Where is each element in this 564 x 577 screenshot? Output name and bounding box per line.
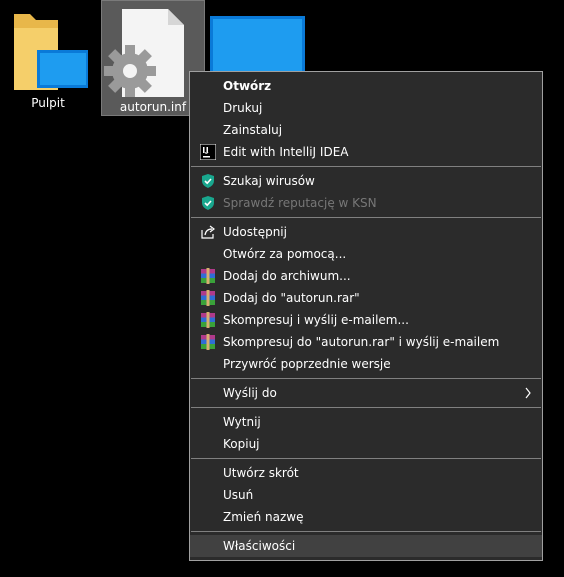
- menu-item-compress-email[interactable]: Skompresuj i wyślij e-mailem...: [190, 309, 542, 331]
- menu-item-label: Udostępnij: [223, 225, 287, 239]
- kaspersky-shield-icon: [202, 174, 214, 188]
- menu-item-open[interactable]: Otwórz: [190, 75, 542, 97]
- menu-item-label: Utwórz skrót: [223, 466, 299, 480]
- menu-item-add-to-rar[interactable]: Dodaj do "autorun.rar": [190, 287, 542, 309]
- menu-item-create-shortcut[interactable]: Utwórz skrót: [190, 462, 542, 484]
- menu-separator: [191, 458, 541, 459]
- menu-item-label: Zainstaluj: [223, 123, 283, 137]
- intellij-icon: [200, 144, 216, 160]
- menu-item-delete[interactable]: Usuń: [190, 484, 542, 506]
- menu-item-label: Dodaj do archiwum...: [223, 269, 351, 283]
- menu-item-restore-versions[interactable]: Przywróć poprzednie wersje: [190, 353, 542, 375]
- winrar-icon: [201, 268, 215, 284]
- menu-item-label: Usuń: [223, 488, 254, 502]
- menu-item-label: Właściwości: [223, 539, 296, 553]
- menu-item-label: Otwórz: [223, 79, 272, 93]
- menu-item-label: Otwórz za pomocą...: [223, 247, 347, 261]
- menu-item-edit-intellij[interactable]: Edit with IntelliJ IDEA: [190, 141, 542, 163]
- menu-item-label: Przywróć poprzednie wersje: [223, 357, 391, 371]
- menu-item-add-to-archive[interactable]: Dodaj do archiwum...: [190, 265, 542, 287]
- menu-item-scan-virus[interactable]: Szukaj wirusów: [190, 170, 542, 192]
- menu-item-check-reputation: Sprawdź reputację w KSN: [190, 192, 542, 214]
- menu-item-label: Kopiuj: [223, 437, 260, 451]
- winrar-icon: [201, 290, 215, 306]
- desktop-icon-label: Pulpit: [31, 96, 65, 110]
- menu-item-compress-rar-email[interactable]: Skompresuj do "autorun.rar" i wyślij e-m…: [190, 331, 542, 353]
- menu-item-label: Wytnij: [223, 415, 261, 429]
- menu-item-share[interactable]: Udostępnij: [190, 221, 542, 243]
- menu-item-label: Skompresuj do "autorun.rar" i wyślij e-m…: [223, 335, 500, 349]
- share-icon: [201, 225, 215, 239]
- folder-icon: [14, 14, 89, 90]
- menu-item-copy[interactable]: Kopiuj: [190, 433, 542, 455]
- kaspersky-shield-icon: [202, 196, 214, 210]
- winrar-icon: [201, 334, 215, 350]
- menu-separator: [191, 378, 541, 379]
- menu-item-install[interactable]: Zainstaluj: [190, 119, 542, 141]
- menu-item-cut[interactable]: Wytnij: [190, 411, 542, 433]
- menu-separator: [191, 531, 541, 532]
- monitor-icon: [210, 16, 305, 72]
- menu-item-rename[interactable]: Zmień nazwę: [190, 506, 542, 528]
- menu-item-label: Zmień nazwę: [223, 510, 304, 524]
- menu-item-open-with[interactable]: Otwórz za pomocą...: [190, 243, 542, 265]
- menu-item-properties[interactable]: Właściwości: [190, 535, 542, 557]
- menu-item-send-to[interactable]: Wyślij do: [190, 382, 542, 404]
- menu-item-label: Edit with IntelliJ IDEA: [223, 145, 349, 159]
- menu-item-label: Skompresuj i wyślij e-mailem...: [223, 313, 409, 327]
- menu-item-label: Szukaj wirusów: [223, 174, 315, 188]
- menu-separator: [191, 217, 541, 218]
- menu-item-label: Drukuj: [223, 101, 263, 115]
- context-menu: Otwórz Drukuj Zainstaluj Edit with Intel…: [189, 71, 543, 561]
- desktop-icon-partial[interactable]: [207, 16, 307, 72]
- winrar-icon: [201, 312, 215, 328]
- menu-separator: [191, 407, 541, 408]
- menu-item-label: Dodaj do "autorun.rar": [223, 291, 360, 305]
- menu-separator: [191, 166, 541, 167]
- desktop-icon-pulpit[interactable]: Pulpit: [8, 6, 89, 110]
- menu-item-print[interactable]: Drukuj: [190, 97, 542, 119]
- menu-item-label: Wyślij do: [223, 386, 277, 400]
- menu-item-label: Sprawdź reputację w KSN: [223, 196, 377, 210]
- chevron-right-icon: [525, 387, 531, 399]
